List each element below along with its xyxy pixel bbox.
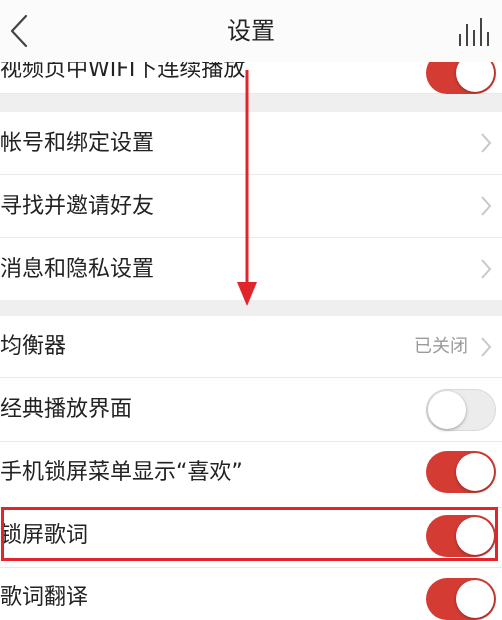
toggle-knob (456, 580, 494, 618)
chevron-right-icon (481, 133, 492, 153)
row-label: 歌词翻译 (0, 585, 89, 610)
nav-bar: 设置 (0, 0, 502, 62)
row-label: 帐号和绑定设置 (0, 131, 155, 156)
chevron-right-icon (481, 337, 492, 357)
row-label: 寻找并邀请好友 (0, 194, 155, 219)
row-lockscreen-lyrics[interactable]: 锁屏歌词 (0, 508, 502, 568)
toggle-lockscreen-like[interactable] (426, 451, 496, 493)
row-label: 锁屏歌词 (0, 523, 89, 548)
playing-bars-icon[interactable] (456, 16, 492, 48)
row-classic-player[interactable]: 经典播放界面 (0, 378, 502, 442)
toggle-lockscreen-lyrics[interactable] (426, 515, 496, 557)
toggle-knob (428, 391, 466, 429)
row-label: 手机锁屏菜单显示“喜欢” (0, 460, 243, 485)
row-lyrics-translation[interactable]: 歌词翻译 (0, 568, 502, 620)
row-label: 经典播放界面 (0, 397, 133, 422)
toggle-knob (456, 453, 494, 491)
row-label: 均衡器 (0, 334, 67, 359)
toggle-lyrics-translation[interactable] (426, 578, 496, 620)
equalizer-status: 已关闭 (414, 336, 468, 357)
toggle-knob (456, 517, 494, 555)
row-equalizer[interactable]: 均衡器 已关闭 (0, 316, 502, 378)
red-down-arrow-annotation (237, 70, 257, 306)
row-lockscreen-like[interactable]: 手机锁屏菜单显示“喜欢” (0, 442, 502, 508)
chevron-right-icon (481, 259, 492, 279)
chevron-right-icon (481, 196, 492, 216)
row-label: 消息和隐私设置 (0, 257, 155, 282)
page-title: 设置 (227, 17, 275, 45)
toggle-classic-player[interactable] (426, 389, 496, 431)
